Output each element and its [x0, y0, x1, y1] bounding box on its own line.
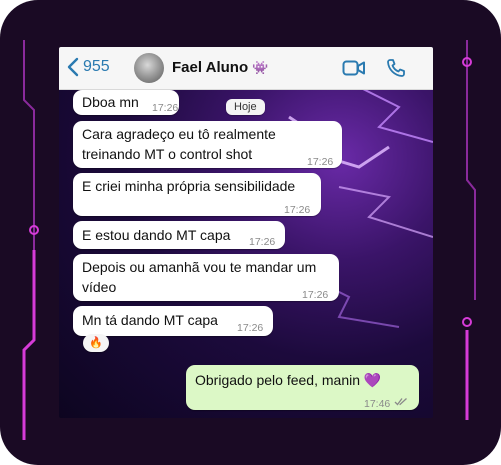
voice-call-button[interactable] [386, 58, 406, 83]
message-text: Depois ou amanhã vou te mandar um vídeo [82, 259, 317, 295]
message-bubble[interactable]: E estou dando MT capa 17:26 [73, 221, 285, 249]
unread-count: 955 [83, 58, 110, 75]
chat-screen: 955 Fael Aluno 👾 Dboa mn 17:26 Hoje Cara… [59, 47, 433, 418]
message-text: E criei minha própria sensibilidade [82, 178, 296, 194]
back-button[interactable]: 955 [67, 57, 110, 77]
video-call-icon [342, 60, 365, 76]
fire-reaction-icon: 🔥 [89, 337, 103, 349]
message-text: Dboa mn [82, 94, 139, 110]
contact-name-emoji: 👾 [252, 60, 269, 75]
message-bubble[interactable]: E criei minha própria sensibilidade 17:2… [73, 173, 321, 216]
message-text: Cara agradeço eu tô realmente treinando … [82, 126, 276, 162]
message-bubble-outgoing[interactable]: Obrigado pelo feed, manin 💜 17:46 [186, 365, 419, 410]
message-text: Obrigado pelo feed, manin 💜 [195, 372, 382, 388]
message-bubble[interactable]: Mn tá dando MT capa 17:26 [73, 306, 273, 336]
message-time: 17:26 [284, 204, 311, 216]
chevron-left-icon [67, 57, 79, 77]
phone-frame: 955 Fael Aluno 👾 Dboa mn 17:26 Hoje Cara… [0, 0, 501, 465]
message-reaction[interactable]: 🔥 [83, 334, 109, 352]
message-time: 17:26 [152, 102, 179, 114]
message-bubble[interactable]: Cara agradeço eu tô realmente treinando … [73, 121, 342, 168]
double-check-icon [394, 398, 407, 406]
phone-icon [387, 59, 405, 77]
message-time: 17:46 [364, 398, 391, 410]
message-text: E estou dando MT capa [82, 227, 231, 243]
message-time: 17:26 [237, 322, 264, 334]
date-separator: Hoje [226, 99, 265, 115]
message-bubble[interactable]: Depois ou amanhã vou te mandar um vídeo … [73, 254, 339, 301]
message-time: 17:26 [307, 156, 334, 168]
frame-circuit-left [22, 40, 39, 440]
message-time: 17:26 [302, 289, 329, 301]
contact-name-text: Fael Aluno [172, 59, 249, 76]
frame-circuit-right [462, 40, 476, 420]
message-time: 17:26 [249, 236, 276, 248]
avatar[interactable] [134, 53, 164, 83]
chat-header: 955 Fael Aluno 👾 [59, 47, 433, 90]
message-bubble[interactable]: Dboa mn 17:26 [73, 90, 179, 115]
contact-name[interactable]: Fael Aluno 👾 [172, 59, 268, 76]
video-call-button[interactable] [342, 59, 366, 82]
message-text: Mn tá dando MT capa [82, 312, 218, 328]
